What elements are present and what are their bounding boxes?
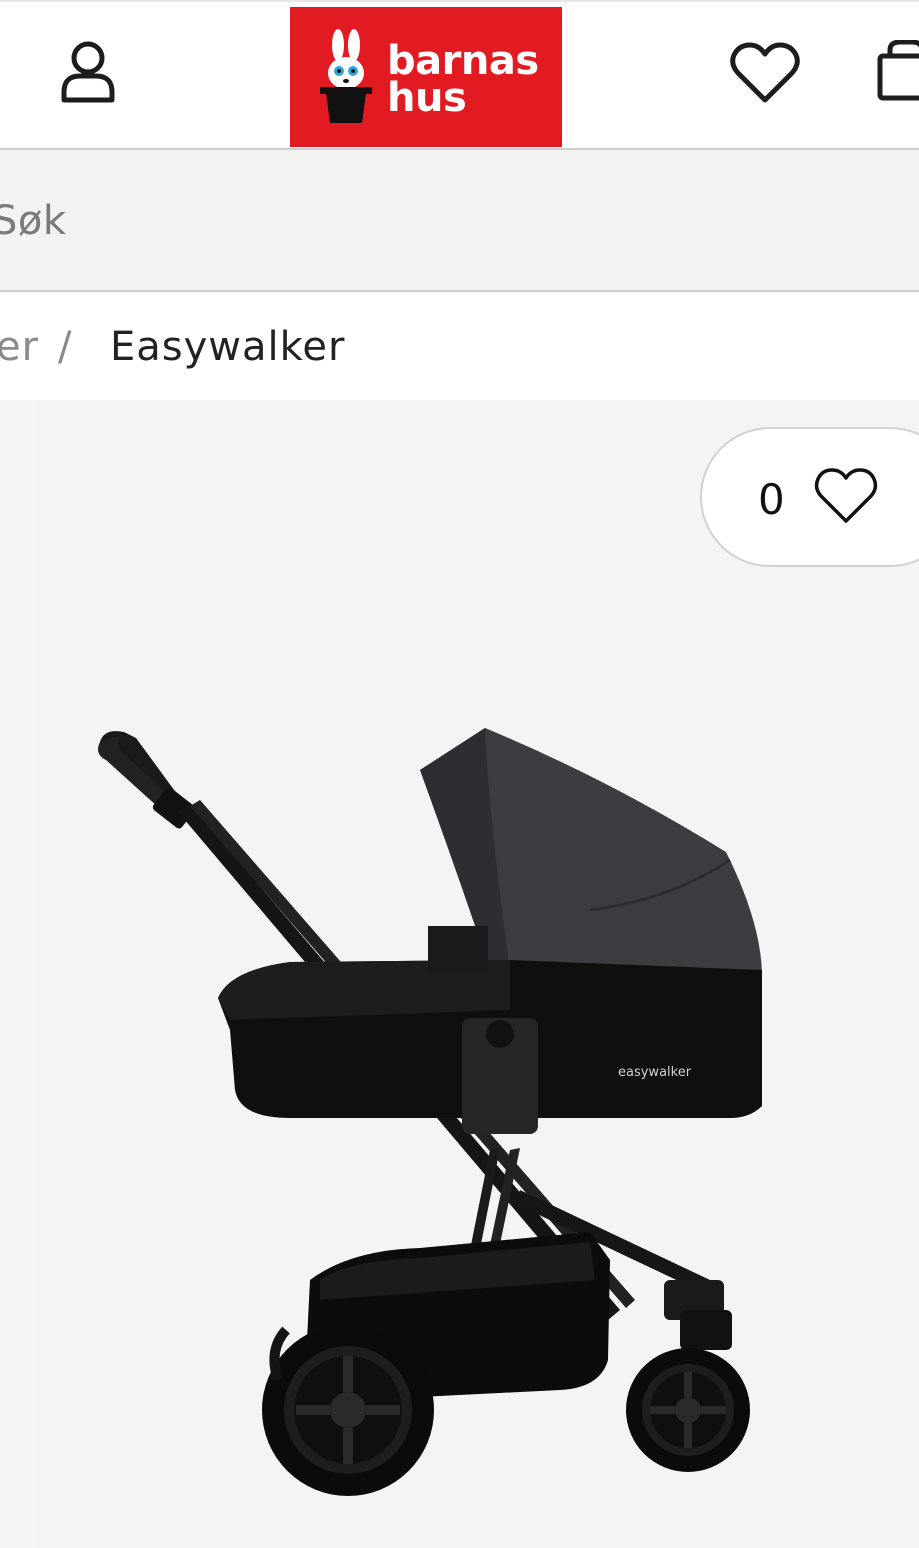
breadcrumb-separator: /	[58, 324, 73, 370]
breadcrumb: er / Easywalker	[0, 292, 919, 400]
heart-icon	[814, 468, 878, 523]
shopping-bag-icon[interactable]	[876, 40, 919, 102]
user-icon[interactable]	[58, 38, 118, 106]
site-header: barnas hus	[0, 0, 919, 150]
logo-text: barnas hus	[387, 41, 539, 121]
product-image-stroller: easywalker	[98, 728, 762, 1496]
logo-line-2: hus	[387, 75, 467, 121]
rabbit-logo-icon	[320, 29, 372, 123]
search-input[interactable]: Søk	[0, 198, 67, 244]
heart-icon[interactable]	[730, 42, 800, 104]
logo[interactable]: barnas hus	[290, 7, 562, 147]
search-bar: Søk	[0, 150, 919, 292]
favorite-button[interactable]: 0	[700, 427, 919, 567]
breadcrumb-item-previous[interactable]: er	[0, 324, 39, 370]
favorite-count: 0	[758, 475, 785, 524]
breadcrumb-item-current: Easywalker	[110, 324, 346, 370]
product-brand-text: easywalker	[618, 1065, 692, 1080]
